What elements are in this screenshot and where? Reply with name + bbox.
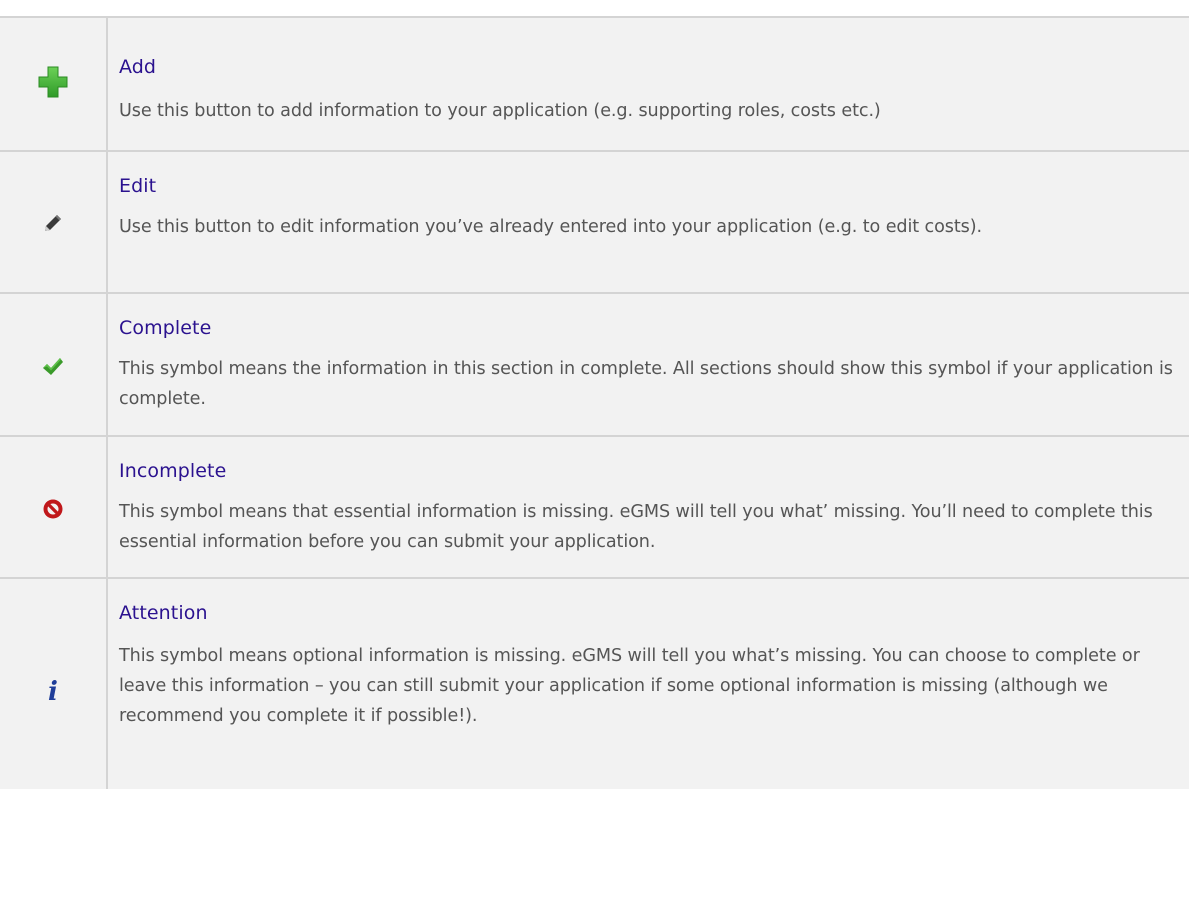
pencil-icon (43, 213, 63, 233)
legend-row-complete: Complete This symbol means the informati… (0, 294, 1189, 437)
row-description: This symbol means optional information i… (119, 646, 1140, 726)
row-title: Complete (119, 317, 212, 339)
prohibited-icon (42, 498, 64, 520)
icon-cell: i (0, 579, 108, 789)
legend-row-edit: Edit Use this button to edit information… (0, 152, 1189, 294)
info-icon: i (48, 677, 58, 707)
legend-row-attention: i Attention This symbol means optional i… (0, 579, 1189, 789)
icon-cell (0, 18, 108, 150)
text-cell: Attention This symbol means optional inf… (108, 579, 1189, 789)
row-title: Incomplete (119, 460, 227, 482)
legend-row-incomplete: Incomplete This symbol means that essent… (0, 437, 1189, 579)
row-title: Attention (119, 602, 208, 624)
row-description: This symbol means the information in thi… (119, 359, 1173, 409)
plus-icon (38, 66, 68, 98)
text-cell: Complete This symbol means the informati… (108, 294, 1189, 435)
row-description: This symbol means that essential informa… (119, 502, 1153, 552)
text-cell: Add Use this button to add information t… (108, 18, 1189, 150)
row-title: Add (119, 56, 157, 78)
icon-cell (0, 437, 108, 577)
row-description: Use this button to edit information you’… (119, 217, 982, 237)
text-cell: Incomplete This symbol means that essent… (108, 437, 1189, 577)
row-description: Use this button to add information to yo… (119, 101, 881, 121)
icon-cell (0, 152, 108, 292)
icon-legend-table: Add Use this button to add information t… (0, 16, 1189, 789)
text-cell: Edit Use this button to edit information… (108, 152, 1189, 292)
icon-cell (0, 294, 108, 435)
legend-row-add: Add Use this button to add information t… (0, 18, 1189, 152)
checkmark-icon (42, 357, 64, 377)
row-title: Edit (119, 175, 157, 197)
